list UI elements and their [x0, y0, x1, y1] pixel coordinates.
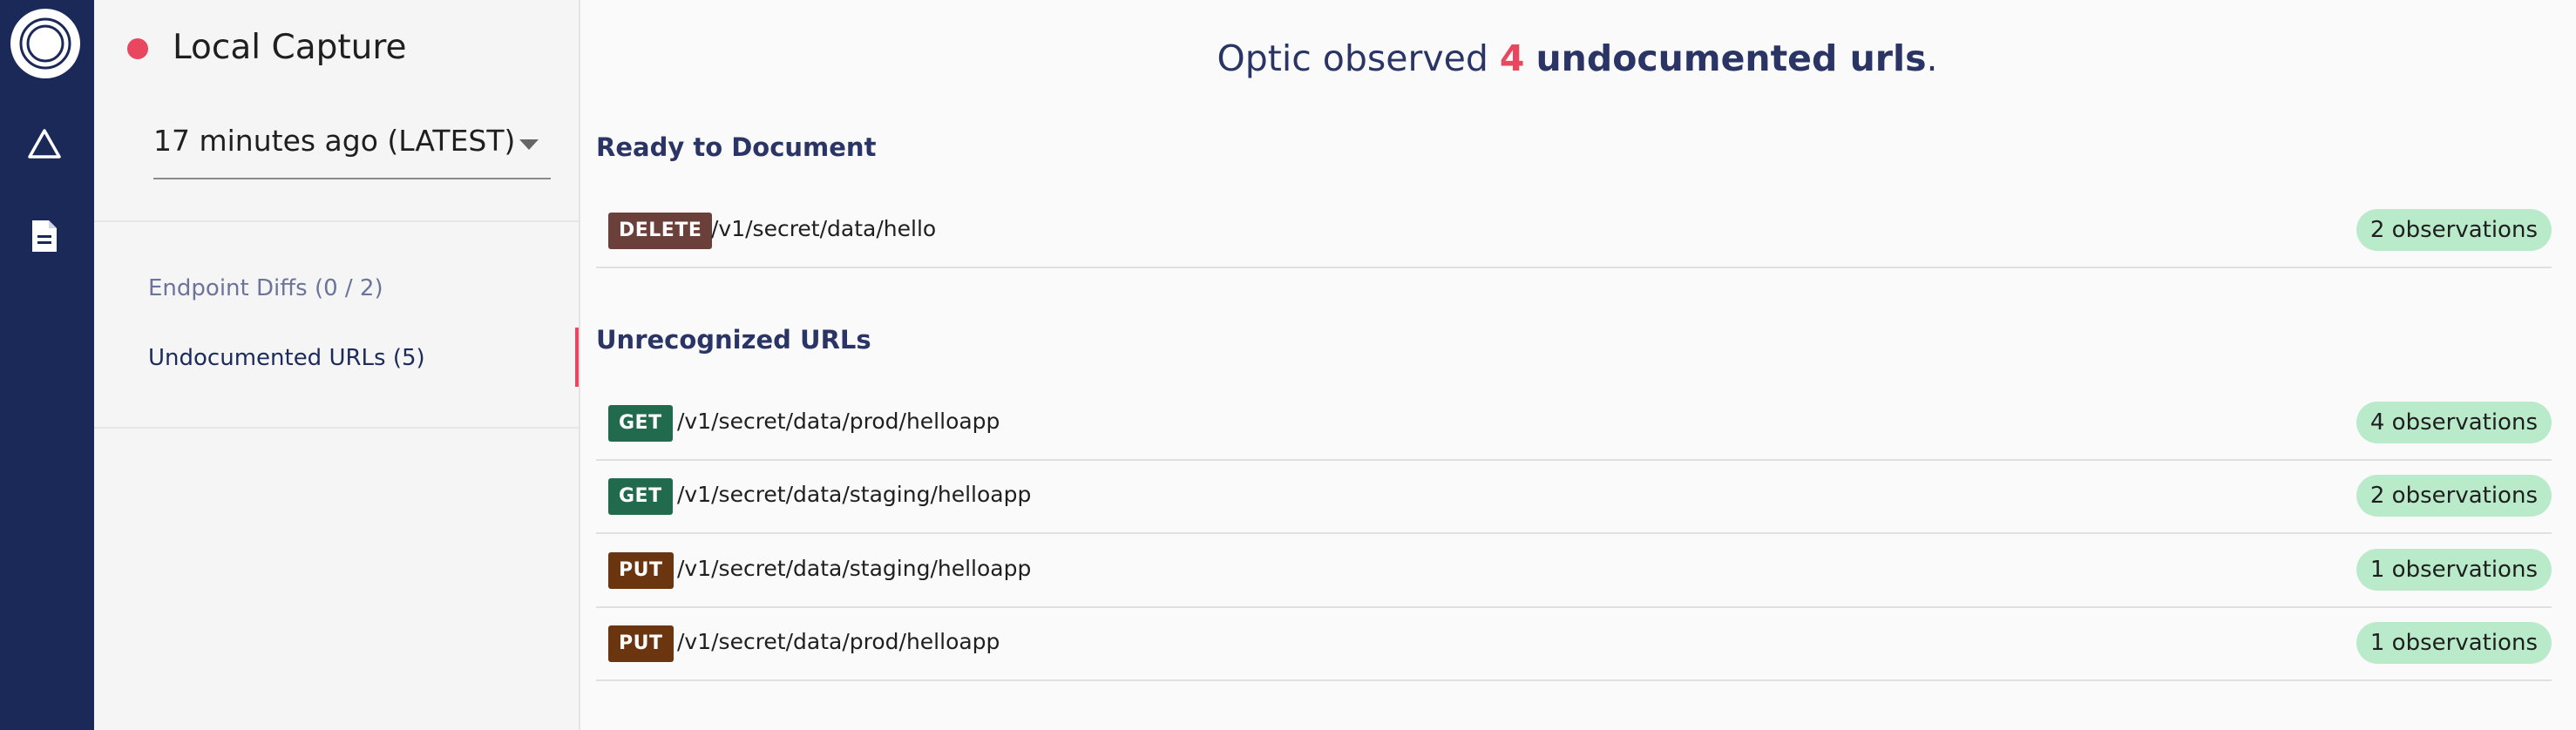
active-indicator — [575, 328, 579, 387]
optic-logo-icon[interactable] — [10, 9, 80, 78]
capture-time-select[interactable]: 17 minutes ago (LATEST) — [153, 117, 551, 179]
observation-badge: 1 observations — [2356, 549, 2552, 591]
url-path: /v1/secret/data/staging/helloapp — [677, 556, 1032, 581]
url-row[interactable]: GET /v1/secret/data/prod/helloapp 4 obse… — [596, 388, 2552, 461]
sidebar-divider — [94, 427, 579, 429]
sidebar-item-undocumented-urls[interactable]: Undocumented URLs (5) — [148, 345, 425, 371]
url-path: /v1/secret/data/hello — [711, 216, 937, 241]
nav-rail — [0, 0, 94, 730]
sidebar-item-endpoint-diffs[interactable]: Endpoint Diffs (0 / 2) — [148, 275, 383, 301]
url-row[interactable]: PUT /v1/secret/data/staging/helloapp 1 o… — [596, 535, 2552, 608]
method-badge: GET — [608, 405, 673, 442]
document-icon[interactable] — [24, 216, 64, 256]
page-headline: Optic observed 4 undocumented urls. — [579, 35, 2576, 82]
headline-prefix: Optic observed — [1217, 37, 1488, 79]
observation-badge: 2 observations — [2356, 475, 2552, 517]
method-badge: PUT — [608, 625, 674, 662]
observation-badge: 2 observations — [2356, 209, 2552, 251]
url-row[interactable]: DELETE /v1/secret/data/hello 2 observati… — [596, 195, 2552, 268]
method-badge: PUT — [608, 552, 674, 589]
url-path: /v1/secret/data/prod/helloapp — [677, 629, 1000, 654]
capture-status-dot — [127, 38, 148, 59]
undocumented-count: 4 — [1499, 37, 1525, 79]
logo-rings-icon — [19, 17, 71, 70]
method-badge: GET — [608, 478, 673, 515]
headline-suffix: . — [1926, 37, 1938, 79]
section-title-unrecognized: Unrecognized URLs — [596, 325, 871, 355]
sidebar-divider — [94, 220, 579, 222]
diff-triangle-icon[interactable] — [24, 124, 64, 164]
url-path: /v1/secret/data/prod/helloapp — [677, 409, 1000, 434]
url-row[interactable]: GET /v1/secret/data/staging/helloapp 2 o… — [596, 461, 2552, 534]
chevron-down-icon — [519, 139, 539, 150]
headline-strong: undocumented urls — [1535, 37, 1927, 79]
url-path: /v1/secret/data/staging/helloapp — [677, 482, 1032, 507]
url-row[interactable]: PUT /v1/secret/data/prod/helloapp 1 obse… — [596, 608, 2552, 681]
capture-title: Local Capture — [173, 28, 407, 67]
capture-time-value: 17 minutes ago (LATEST) — [153, 124, 516, 158]
observation-badge: 1 observations — [2356, 622, 2552, 664]
observation-badge: 4 observations — [2356, 402, 2552, 443]
method-badge: DELETE — [608, 213, 713, 249]
section-title-ready: Ready to Document — [596, 132, 877, 162]
